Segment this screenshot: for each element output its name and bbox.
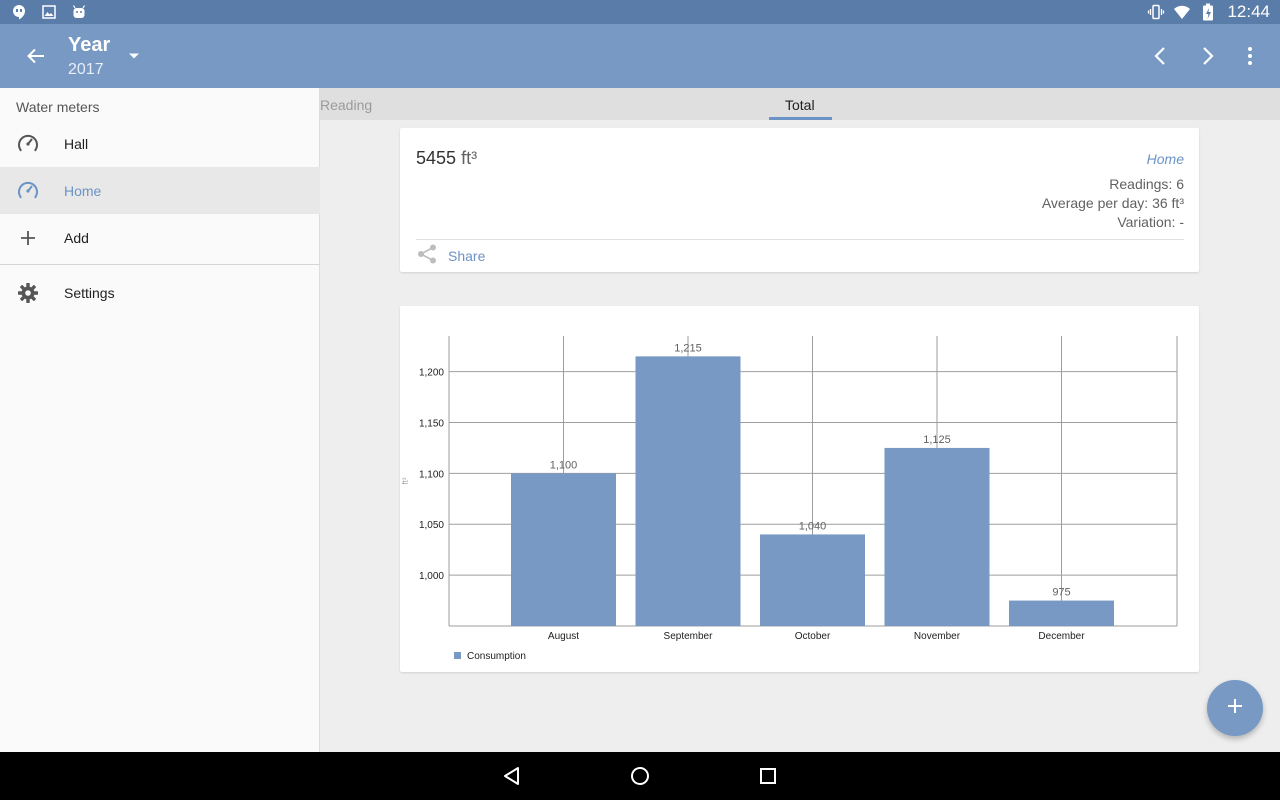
tab-bar: Reading Total: [320, 88, 1280, 120]
y-tick-label: 1,200: [419, 368, 444, 379]
sidebar-item-label: Settings: [64, 284, 115, 301]
summary-card: 5455 ft³ Home Readings: 6 Average per da…: [400, 128, 1199, 272]
system-navigation-bar: [0, 752, 1280, 800]
battery-icon: [1199, 3, 1217, 21]
x-tick-label: December: [1038, 631, 1085, 642]
meter-name: Home: [1146, 151, 1184, 167]
gear-icon: [16, 281, 40, 305]
wifi-icon: [1173, 3, 1191, 21]
legend-swatch: [454, 652, 461, 659]
previous-period-chevron-icon[interactable]: [1146, 42, 1174, 70]
x-tick-label: August: [548, 631, 579, 642]
sidebar-item-label: Home: [64, 182, 102, 199]
navigation-drawer: Water meters Hall Home Add Settings: [0, 88, 320, 752]
y-axis-label: ft³: [401, 477, 410, 484]
android-icon: [70, 3, 88, 21]
bar-value-label: 1,125: [923, 434, 951, 446]
y-tick-label: 1,000: [419, 571, 444, 582]
chart-card: 1,000 1,050 1,100 1,150 1,200 1,100 August 1,21…: [400, 306, 1199, 672]
variation: Variation: -: [1117, 214, 1184, 230]
plus-icon: [16, 226, 40, 250]
app-bar: Year 2017: [0, 24, 1280, 88]
y-tick-label: 1,150: [419, 418, 444, 429]
bar-value-label: 1,215: [674, 342, 702, 354]
plus-icon: [1226, 697, 1244, 720]
sidebar-item-add[interactable]: Add: [0, 214, 320, 261]
y-tick-label: 1,050: [419, 520, 444, 531]
bar-value-label: 1,100: [550, 459, 578, 471]
bar-september: [635, 356, 741, 626]
page-title: Year: [68, 34, 111, 56]
total-value: 5455: [416, 148, 457, 168]
home-circle-icon[interactable]: [628, 764, 652, 788]
sidebar-item-label: Add: [64, 229, 89, 246]
clock: 12:44: [1227, 2, 1270, 21]
tab-total[interactable]: Total: [785, 97, 815, 113]
x-tick-label: September: [664, 631, 714, 642]
year-subtitle: 2017: [68, 61, 104, 78]
sidebar-item-label: Hall: [64, 135, 89, 152]
add-reading-button[interactable]: [1207, 680, 1263, 736]
average-per-day: Average per day: 36 ft³: [1041, 195, 1184, 211]
sidebar-item-home[interactable]: Home: [0, 167, 320, 214]
back-triangle-icon[interactable]: [500, 764, 524, 788]
back-arrow-icon[interactable]: [20, 42, 52, 70]
total-unit: ft³: [461, 148, 478, 168]
divider: [416, 239, 1184, 240]
share-label: Share: [448, 248, 486, 264]
hangouts-icon: [10, 3, 28, 21]
bar-october: [760, 534, 865, 626]
consumption-bar-chart: 1,000 1,050 1,100 1,150 1,200 1,100 August 1,21…: [401, 336, 1178, 662]
vibrate-icon: [1147, 3, 1165, 21]
status-bar: 12:44: [0, 0, 1280, 24]
share-button[interactable]: Share: [416, 243, 486, 270]
bar-value-label: 975: [1052, 587, 1070, 599]
gauge-icon: [16, 179, 40, 203]
bar-value-label: 1,040: [799, 520, 827, 532]
x-tick-label: October: [795, 631, 831, 642]
readings-count: Readings: 6: [1109, 176, 1184, 192]
bar-november: [884, 447, 990, 626]
section-title: Water meters: [16, 99, 100, 115]
bar-august: [511, 473, 616, 626]
more-options-icon[interactable]: [1238, 42, 1262, 70]
x-tick-label: November: [914, 631, 961, 642]
bar-december: [1009, 600, 1114, 626]
divider: [0, 264, 320, 265]
image-icon: [40, 3, 58, 21]
legend-label: Consumption: [467, 651, 526, 662]
recents-square-icon[interactable]: [756, 764, 780, 788]
gauge-icon: [16, 132, 40, 156]
tab-indicator: [769, 117, 832, 120]
sidebar-item-settings[interactable]: Settings: [0, 269, 320, 316]
next-period-chevron-icon[interactable]: [1194, 42, 1222, 70]
total-consumption: 5455 ft³: [416, 148, 477, 169]
y-tick-label: 1,100: [419, 469, 444, 480]
sidebar-item-hall[interactable]: Hall: [0, 120, 320, 167]
tab-reading[interactable]: Reading: [320, 97, 372, 113]
share-icon: [416, 243, 438, 270]
period-dropdown-icon[interactable]: [126, 48, 142, 64]
